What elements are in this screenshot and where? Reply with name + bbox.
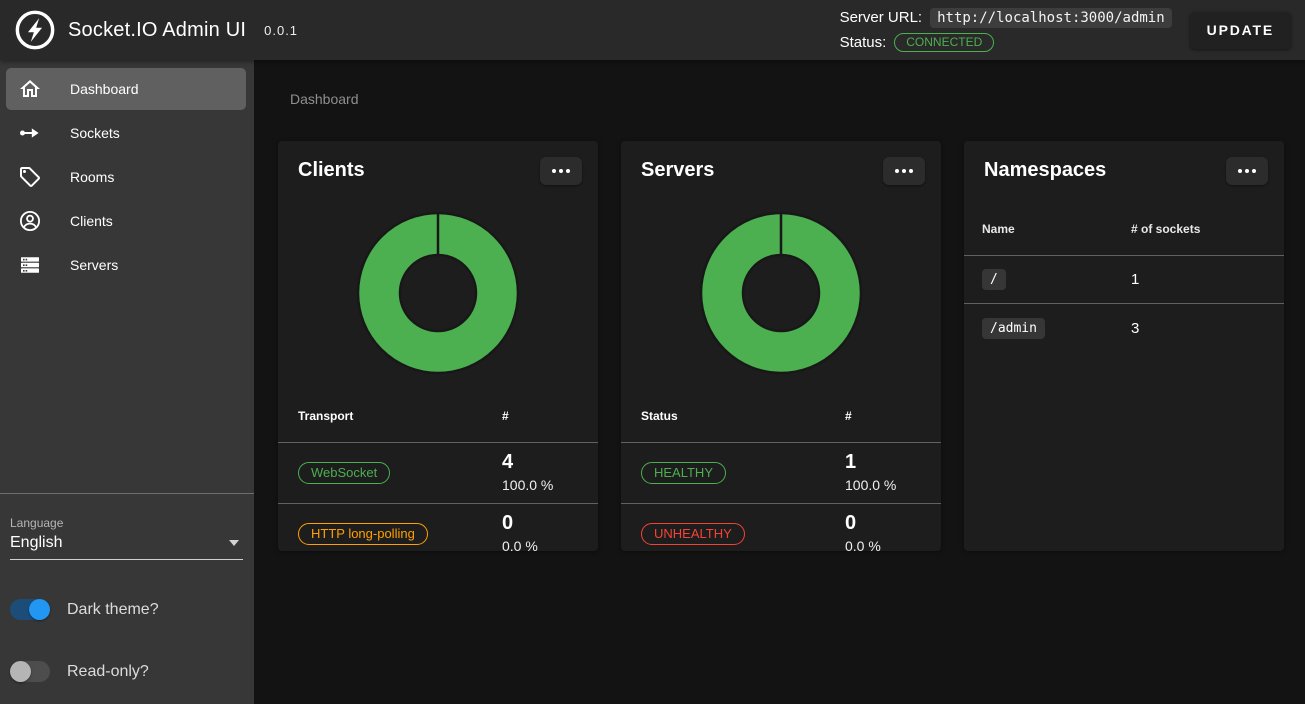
percent-value: 100.0 % xyxy=(502,476,578,495)
servers-more-button[interactable] xyxy=(883,157,925,185)
clients-more-button[interactable] xyxy=(540,157,582,185)
namespaces-table-header: Name # of sockets xyxy=(964,185,1284,256)
sockets-count: 1 xyxy=(1131,271,1266,288)
count-value: 0 xyxy=(845,512,921,535)
namespaces-card-title: Namespaces xyxy=(984,155,1106,185)
main-content: Dashboard Clients Transport # xyxy=(254,60,1305,704)
servers-card-header: Servers xyxy=(621,141,941,185)
clients-card-title: Clients xyxy=(298,155,365,185)
dark-theme-label: Dark theme? xyxy=(67,601,159,619)
table-row: UNHEALTHY 0 0.0 % xyxy=(621,504,941,551)
breadcrumb: Dashboard xyxy=(290,91,359,107)
row-values: 0 0.0 % xyxy=(845,512,921,551)
status-row: Status: CONNECTED xyxy=(840,33,995,53)
count-value: 1 xyxy=(845,451,921,474)
sidebar-item-rooms[interactable]: Rooms xyxy=(6,156,246,198)
sidebar-item-label: Servers xyxy=(70,257,118,273)
chevron-down-icon xyxy=(229,540,239,546)
app-version: 0.0.1 xyxy=(264,23,298,38)
row-values: 0 0.0 % xyxy=(502,512,578,551)
servers-table-header: Status # xyxy=(621,401,941,443)
column-count: # xyxy=(845,409,921,423)
more-horiz-icon xyxy=(1238,169,1256,173)
brand: Socket.IO Admin UI 0.0.1 xyxy=(14,9,298,51)
namespace-chip: /admin xyxy=(982,318,1045,339)
sockets-count: 3 xyxy=(1131,320,1266,337)
person-circle-icon xyxy=(18,209,42,233)
table-row: /admin 3 xyxy=(964,304,1284,352)
sidebar-item-dashboard[interactable]: Dashboard xyxy=(6,68,246,110)
connection-info: Server URL: http://localhost:3000/admin … xyxy=(840,8,1172,53)
percent-value: 0.0 % xyxy=(845,537,921,551)
more-horiz-icon xyxy=(895,169,913,173)
namespaces-more-button[interactable] xyxy=(1226,157,1268,185)
clients-donut-chart xyxy=(278,185,598,401)
servers-card-title: Servers xyxy=(641,155,714,185)
readonly-label: Read-only? xyxy=(67,663,149,681)
column-count: # xyxy=(502,409,578,423)
status-badge: CONNECTED xyxy=(894,33,994,53)
language-value: English xyxy=(10,534,62,552)
sidebar-item-label: Clients xyxy=(70,213,113,229)
table-row: / 1 xyxy=(964,256,1284,304)
http-polling-badge: HTTP long-polling xyxy=(298,523,428,546)
clients-card-header: Clients xyxy=(278,141,598,185)
home-icon xyxy=(18,77,42,101)
row-values: 1 100.0 % xyxy=(845,451,921,495)
row-values: 4 100.0 % xyxy=(502,451,578,495)
language-label: Language xyxy=(10,516,244,530)
more-horiz-icon xyxy=(552,169,570,173)
sidebar-item-servers[interactable]: Servers xyxy=(6,244,246,286)
dark-theme-toggle[interactable] xyxy=(10,599,50,620)
language-select[interactable]: English xyxy=(10,531,243,560)
sidebar: Dashboard Sockets Rooms xyxy=(0,60,254,704)
readonly-toggle[interactable] xyxy=(10,661,50,682)
app-title: Socket.IO Admin UI xyxy=(68,19,246,42)
dashboard-cards: Clients Transport # WebSocket xyxy=(278,141,1284,551)
servers-card: Servers Status # HEALTHY xyxy=(621,141,941,551)
update-button[interactable]: UPDATE xyxy=(1190,12,1291,49)
websocket-badge: WebSocket xyxy=(298,462,390,485)
server-rack-icon xyxy=(18,253,42,277)
column-status: Status xyxy=(641,409,845,423)
sidebar-nav: Dashboard Sockets Rooms xyxy=(0,60,254,288)
sidebar-item-sockets[interactable]: Sockets xyxy=(6,112,246,154)
table-row: HEALTHY 1 100.0 % xyxy=(621,443,941,504)
table-row: WebSocket 4 100.0 % xyxy=(278,443,598,504)
server-url-value: http://localhost:3000/admin xyxy=(930,8,1172,28)
servers-donut-chart xyxy=(621,185,941,401)
dark-theme-row: Dark theme? xyxy=(10,599,244,620)
socket-arrow-icon xyxy=(18,121,42,145)
namespaces-card: Namespaces Name # of sockets / 1 /admin … xyxy=(964,141,1284,551)
column-sockets: # of sockets xyxy=(1131,222,1266,236)
column-transport: Transport xyxy=(298,409,502,423)
tag-icon xyxy=(18,165,42,189)
table-row: HTTP long-polling 0 0.0 % xyxy=(278,504,598,551)
sidebar-item-label: Rooms xyxy=(70,169,114,185)
sidebar-item-label: Dashboard xyxy=(70,81,139,97)
status-label: Status: xyxy=(840,34,887,51)
sidebar-settings: Language English Dark theme? Read-only? xyxy=(0,493,254,704)
socketio-logo-icon xyxy=(14,9,56,51)
server-url-row: Server URL: http://localhost:3000/admin xyxy=(840,8,1172,28)
toggle-thumb xyxy=(10,661,31,682)
namespaces-card-header: Namespaces xyxy=(964,141,1284,185)
clients-table-header: Transport # xyxy=(278,401,598,443)
healthy-badge: HEALTHY xyxy=(641,462,726,485)
percent-value: 100.0 % xyxy=(845,476,921,495)
column-name: Name xyxy=(982,222,1131,236)
server-url-label: Server URL: xyxy=(840,9,923,26)
top-bar: Socket.IO Admin UI 0.0.1 Server URL: htt… xyxy=(0,0,1305,60)
sidebar-item-clients[interactable]: Clients xyxy=(6,200,246,242)
count-value: 0 xyxy=(502,512,578,535)
namespace-chip: / xyxy=(982,269,1006,290)
unhealthy-badge: UNHEALTHY xyxy=(641,523,745,546)
count-value: 4 xyxy=(502,451,578,474)
clients-card: Clients Transport # WebSocket xyxy=(278,141,598,551)
percent-value: 0.0 % xyxy=(502,537,578,551)
sidebar-item-label: Sockets xyxy=(70,125,120,141)
readonly-row: Read-only? xyxy=(10,661,244,682)
toggle-thumb xyxy=(29,599,50,620)
